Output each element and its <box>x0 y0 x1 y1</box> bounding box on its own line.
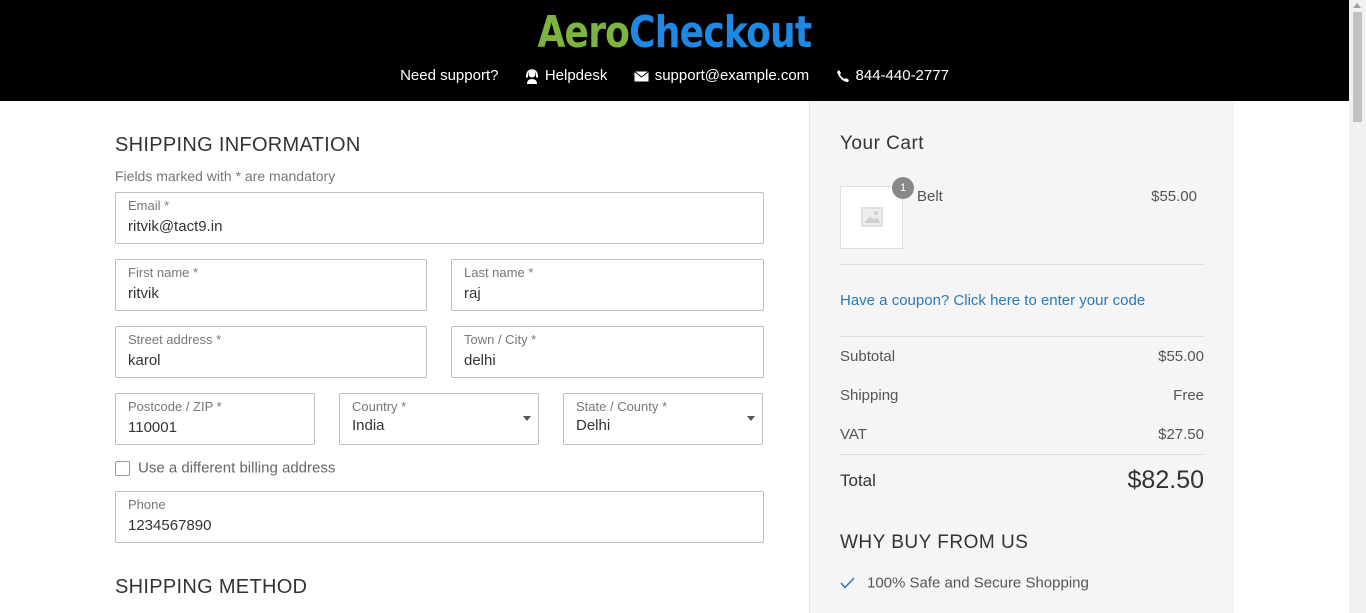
site-header: AeroCheckout Need support? Helpdesk supp… <box>0 0 1349 101</box>
state-select[interactable]: State / County * Delhi <box>563 393 763 445</box>
country-value[interactable]: India <box>352 417 385 434</box>
support-email: support@example.com <box>654 67 810 85</box>
headset-icon <box>525 68 538 84</box>
town-city-label: Town / City * <box>464 332 537 347</box>
cart-title: Your Cart <box>840 133 925 154</box>
street-address-label: Street address * <box>128 332 222 347</box>
last-name-field[interactable]: Last name * raj <box>451 259 764 311</box>
shipping-method-heading: SHIPPING METHOD <box>115 576 308 598</box>
item-price: $55.00 <box>1151 188 1197 205</box>
total-label: Total <box>840 471 876 490</box>
aerocheckout-logo[interactable]: AeroCheckout <box>121 6 1227 60</box>
logo-checkout: Checkout <box>629 7 812 58</box>
page-scrollbar[interactable] <box>1349 0 1366 613</box>
why-buy-item: 100% Safe and Secure Shopping <box>840 574 1089 592</box>
item-name: Belt <box>917 188 943 205</box>
scroll-up-arrow-icon[interactable] <box>1353 3 1361 8</box>
first-name-label: First name * <box>128 265 199 280</box>
vat-label: VAT <box>840 426 867 443</box>
mandatory-note: Fields marked with * are mandatory <box>115 168 336 184</box>
state-label: State / County * <box>576 399 668 414</box>
shipping-information-heading: SHIPPING INFORMATION <box>115 134 361 156</box>
street-address-value[interactable]: karol <box>128 352 161 369</box>
support-bar: Need support? Helpdesk support@example.c… <box>0 66 1349 86</box>
subtotal-value: $55.00 <box>1158 348 1204 365</box>
country-select[interactable]: Country * India <box>339 393 539 445</box>
shipping-label: Shipping <box>840 387 899 404</box>
logo-aero: Aero <box>537 7 630 58</box>
why-buy-item-label: 100% Safe and Secure Shopping <box>867 574 1089 592</box>
coupon-link[interactable]: Have a coupon? Click here to enter your … <box>840 292 1145 309</box>
postcode-label: Postcode / ZIP * <box>128 399 222 414</box>
chevron-down-icon[interactable] <box>747 416 755 421</box>
billing-address-option[interactable]: Use a different billing address <box>115 459 335 477</box>
checkmark-icon <box>840 577 855 589</box>
vat-value: $27.50 <box>1158 426 1204 443</box>
postcode-value[interactable]: 110001 <box>128 419 177 436</box>
phone-value[interactable]: 1234567890 <box>128 517 211 534</box>
support-phone: 844-440-2777 <box>855 67 949 85</box>
state-value[interactable]: Delhi <box>576 417 610 434</box>
need-support-label: Need support? <box>400 67 499 85</box>
image-placeholder-icon <box>861 207 883 227</box>
divider <box>840 454 1204 455</box>
country-label: Country * <box>352 399 407 414</box>
total-value: $82.50 <box>1127 466 1204 494</box>
product-thumbnail <box>840 186 903 249</box>
first-name-field[interactable]: First name * ritvik <box>115 259 427 311</box>
billing-checkbox[interactable] <box>115 460 130 476</box>
email-link[interactable]: support@example.com <box>633 66 810 86</box>
phone-link[interactable]: 844-440-2777 <box>836 66 949 86</box>
phone-field[interactable]: Phone 1234567890 <box>115 491 764 543</box>
shipping-value: Free <box>1173 387 1204 404</box>
envelope-icon <box>633 70 649 82</box>
last-name-value[interactable]: raj <box>464 285 481 302</box>
divider <box>840 336 1204 337</box>
phone-label: Phone <box>128 497 166 512</box>
town-city-field[interactable]: Town / City * delhi <box>451 326 764 378</box>
phone-icon <box>836 70 849 83</box>
helpdesk-label: Helpdesk <box>544 67 608 85</box>
email-value[interactable]: ritvik@tact9.in <box>128 218 222 235</box>
scrollbar-thumb[interactable] <box>1353 12 1362 122</box>
chevron-down-icon[interactable] <box>523 416 531 421</box>
subtotal-label: Subtotal <box>840 348 896 365</box>
billing-checkbox-label[interactable]: Use a different billing address <box>138 460 335 477</box>
email-field[interactable]: Email * ritvik@tact9.in <box>115 192 764 244</box>
helpdesk-link[interactable]: Helpdesk <box>525 66 608 86</box>
last-name-label: Last name * <box>464 265 534 280</box>
postcode-field[interactable]: Postcode / ZIP * 110001 <box>115 393 315 445</box>
divider <box>840 264 1204 265</box>
why-buy-heading: WHY BUY FROM US <box>840 532 1029 553</box>
cart-panel: Your Cart 1 Belt $55.00 Have a coupon? C… <box>809 101 1234 613</box>
quantity-badge: 1 <box>892 177 914 199</box>
email-label: Email * <box>128 198 170 213</box>
town-city-value[interactable]: delhi <box>464 352 496 369</box>
first-name-value[interactable]: ritvik <box>128 285 159 302</box>
street-address-field[interactable]: Street address * karol <box>115 326 427 378</box>
